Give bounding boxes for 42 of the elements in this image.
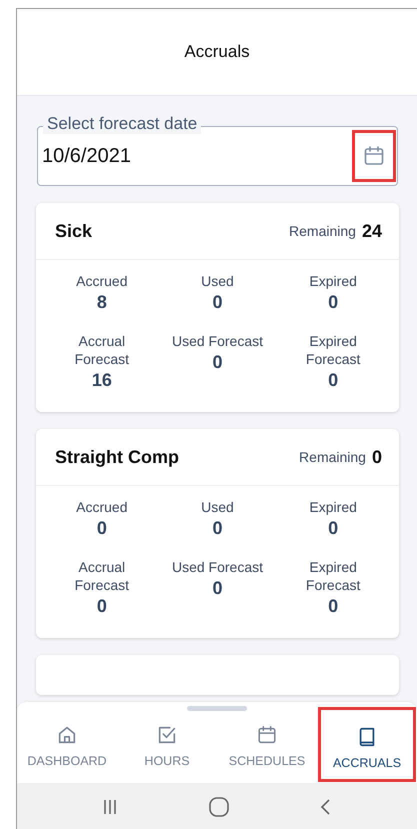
stat-value: 0 — [96, 595, 107, 618]
stat-label: Expired — [309, 272, 357, 290]
stat-label: Expired Forecast — [304, 558, 362, 594]
stat-label: Used — [201, 272, 234, 290]
stat-value: 8 — [96, 291, 107, 314]
remaining-label: Remaining — [299, 449, 366, 465]
stat-label: Accrued — [76, 272, 128, 290]
stat-value: 0 — [96, 517, 107, 540]
nav-tab[interactable]: DASHBOARD — [17, 702, 117, 783]
card-title: Straight Comp — [55, 446, 180, 468]
calendar-icon — [362, 144, 386, 168]
calendar-button[interactable] — [355, 133, 393, 179]
stat-label: Used — [201, 498, 234, 516]
stat-label: Expired Forecast — [304, 332, 362, 368]
nav-tab[interactable]: SCHEDULES — [217, 702, 317, 783]
stat-value: 0 — [212, 517, 222, 540]
calendar-icon — [256, 724, 278, 746]
card-title: Sick — [55, 220, 94, 242]
drag-handle[interactable] — [187, 706, 247, 711]
stat-value: 0 — [212, 291, 222, 314]
stat-value: 0 — [328, 517, 338, 540]
remaining-value: 24 — [362, 220, 382, 242]
nav-tab[interactable]: HOURS — [117, 702, 217, 783]
field-value: 10/6/2021 — [42, 144, 132, 168]
field-label: Select forecast date — [43, 114, 202, 134]
page-title: Accruals — [184, 42, 250, 62]
remaining-value: 0 — [372, 446, 382, 468]
stat-label: Accrual Forecast — [74, 332, 130, 368]
stat-value: 0 — [212, 351, 222, 374]
stat-value: 0 — [328, 291, 338, 314]
stat-value: 0 — [328, 369, 338, 392]
stat-label: Used Forecast — [172, 332, 264, 350]
remaining-label: Remaining — [289, 223, 356, 239]
stat-label: Accrued — [76, 498, 128, 516]
nav-tab[interactable]: ACCRUALS — [317, 706, 417, 783]
stat-value: 16 — [92, 369, 112, 392]
home-button-icon[interactable] — [208, 796, 230, 818]
stat-value: 0 — [328, 595, 338, 618]
stat-label: Used Forecast — [172, 558, 264, 576]
stat-label: Accrual Forecast — [74, 558, 130, 594]
stat-label: Expired — [309, 498, 357, 516]
stat-value: 0 — [212, 577, 222, 600]
